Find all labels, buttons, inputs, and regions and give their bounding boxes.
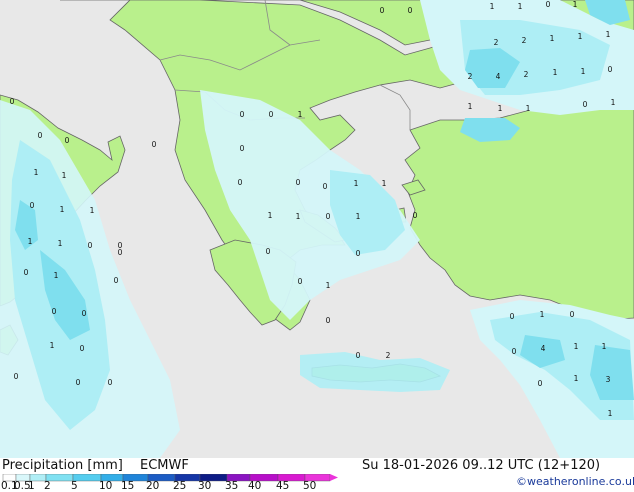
precip-value-label: 0 (65, 136, 70, 145)
precip-value-label: 1 (602, 342, 607, 351)
precip-value-label: 0 (510, 312, 515, 321)
precip-value-label: 0 (538, 379, 543, 388)
precip-value-label: 1 (354, 179, 359, 188)
precip-value-label: 1 (611, 98, 616, 107)
precip-value-label: 2 (494, 38, 499, 47)
precip-value-label: 1 (34, 168, 39, 177)
precip-value-label: 0 (24, 268, 29, 277)
precip-value-label: 1 (298, 110, 303, 119)
precip-value-label: 0 (583, 100, 588, 109)
precip-value-label: 1 (296, 212, 301, 221)
legend-arrow (330, 474, 338, 481)
precip-value-label: 1 (382, 179, 387, 188)
legend-tick-label: 50 (303, 480, 317, 492)
legend-tick-label: 15 (121, 480, 135, 492)
precip-value-label: 1 (540, 310, 545, 319)
precip-value-label: 1 (356, 212, 361, 221)
precip-value-label: 0 (30, 201, 35, 210)
precip-value-label: 0 (38, 131, 43, 140)
precip-value-label: 0 (118, 248, 123, 257)
precip-value-label: 0 (114, 276, 119, 285)
precip-value-label: 0 (266, 247, 271, 256)
precip-value-label: 0 (10, 97, 15, 106)
legend-tick-label: 20 (146, 480, 160, 492)
precip-value-label: 0 (108, 378, 113, 387)
precip-value-label: 0 (326, 316, 331, 325)
precip-value-label: 0 (80, 344, 85, 353)
precip-value-label: 1 (573, 0, 578, 9)
precip-value-label: 0 (76, 378, 81, 387)
precip-value-label: 2 (386, 351, 391, 360)
precip-value-label: 1 (550, 34, 555, 43)
precip-value-label: 1 (526, 104, 531, 113)
legend-tick-label: 30 (198, 480, 212, 492)
legend-tick-label: 5 (71, 480, 78, 492)
precip-value-label: 1 (553, 68, 558, 77)
precip-value-label: 0 (323, 182, 328, 191)
legend-tick-label: 35 (225, 480, 239, 492)
precip-value-label: 0 (512, 347, 517, 356)
precip-value-label: 1 (60, 205, 65, 214)
precip-value-label: 0 (240, 110, 245, 119)
precip-value-label: 0 (238, 178, 243, 187)
precip-value-label: 0 (356, 249, 361, 258)
precip-value-label: 0 (413, 211, 418, 220)
precip-value-label: 0 (380, 6, 385, 15)
precip-value-label: 1 (578, 32, 583, 41)
precip-value-label: 0 (240, 144, 245, 153)
precip-value-label: 1 (268, 211, 273, 220)
precip-value-label: 0 (298, 277, 303, 286)
precip-value-label: 0 (296, 178, 301, 187)
precip-value-label: 1 (90, 206, 95, 215)
precip-value-label: 1 (50, 341, 55, 350)
precip-value-label: 4 (541, 344, 546, 353)
precip-value-label: 0 (88, 241, 93, 250)
precip-value-label: 1 (62, 171, 67, 180)
precip-value-label: 2 (468, 72, 473, 81)
precipitation-map[interactable]: 1 1 0 1 0 0 2 2 1 1 1 2 4 2 1 1 0 1 1 1 0 1 0 0 0 0 0 1 0 0 1 1 0 0 0 1 1 0 1 1… (0, 0, 634, 458)
precip-value-label: 0 (546, 0, 551, 9)
precip-value-label: 1 (608, 409, 613, 418)
precip-value-label: 1 (574, 374, 579, 383)
precip-value-label: 4 (496, 72, 501, 81)
precip-value-label: 0 (14, 372, 19, 381)
precip-value-label: 1 (326, 281, 331, 290)
precip-value-label: 3 (606, 375, 611, 384)
precip-value-label: 0 (52, 307, 57, 316)
precip-value-label: 1 (490, 2, 495, 11)
map-svg: 1 1 0 1 0 0 2 2 1 1 1 2 4 2 1 1 0 1 1 1 0 1 0 0 0 0 0 1 0 0 1 1 0 0 0 1 1 0 1 1… (0, 0, 634, 458)
precip-value-label: 1 (54, 271, 59, 280)
precip-value-label: 0 (408, 6, 413, 15)
credit-link[interactable]: ©weatheronline.co.uk (516, 475, 634, 488)
precip-value-label: 0 (152, 140, 157, 149)
precip-value-label: 0 (570, 310, 575, 319)
precip-value-label: 1 (518, 2, 523, 11)
model-name: ECMWF (140, 458, 189, 473)
precip-value-label: 1 (581, 67, 586, 76)
precip-value-label: 1 (498, 104, 503, 113)
legend-tick-label: 25 (173, 480, 187, 492)
precip-value-label: 0 (82, 309, 87, 318)
precip-value-label: 0 (356, 351, 361, 360)
legend-tick-label: 40 (248, 480, 262, 492)
legend-tick-label: 10 (99, 480, 113, 492)
precip-value-label: 1 (574, 342, 579, 351)
precip-value-label: 1 (468, 102, 473, 111)
precip-value-label: 0 (269, 110, 274, 119)
forecast-datetime: Su 18-01-2026 09..12 UTC (12+120) (362, 458, 601, 473)
map-footer: Precipitation [mm] ECMWF Su 18-01-2026 0… (0, 458, 634, 490)
precip-value-label: 0 (608, 65, 613, 74)
precip-value-label: 1 (606, 30, 611, 39)
map-title: Precipitation [mm] (2, 458, 123, 473)
precip-value-label: 1 (58, 239, 63, 248)
legend-tick-label: 45 (276, 480, 290, 492)
legend-tick-label: 1 (28, 480, 35, 492)
legend-tick-label: 2 (44, 480, 51, 492)
precip-value-label: 2 (522, 36, 527, 45)
precip-value-label: 0 (326, 212, 331, 221)
precip-value-label: 2 (524, 70, 529, 79)
precip-value-label: 1 (28, 237, 33, 246)
